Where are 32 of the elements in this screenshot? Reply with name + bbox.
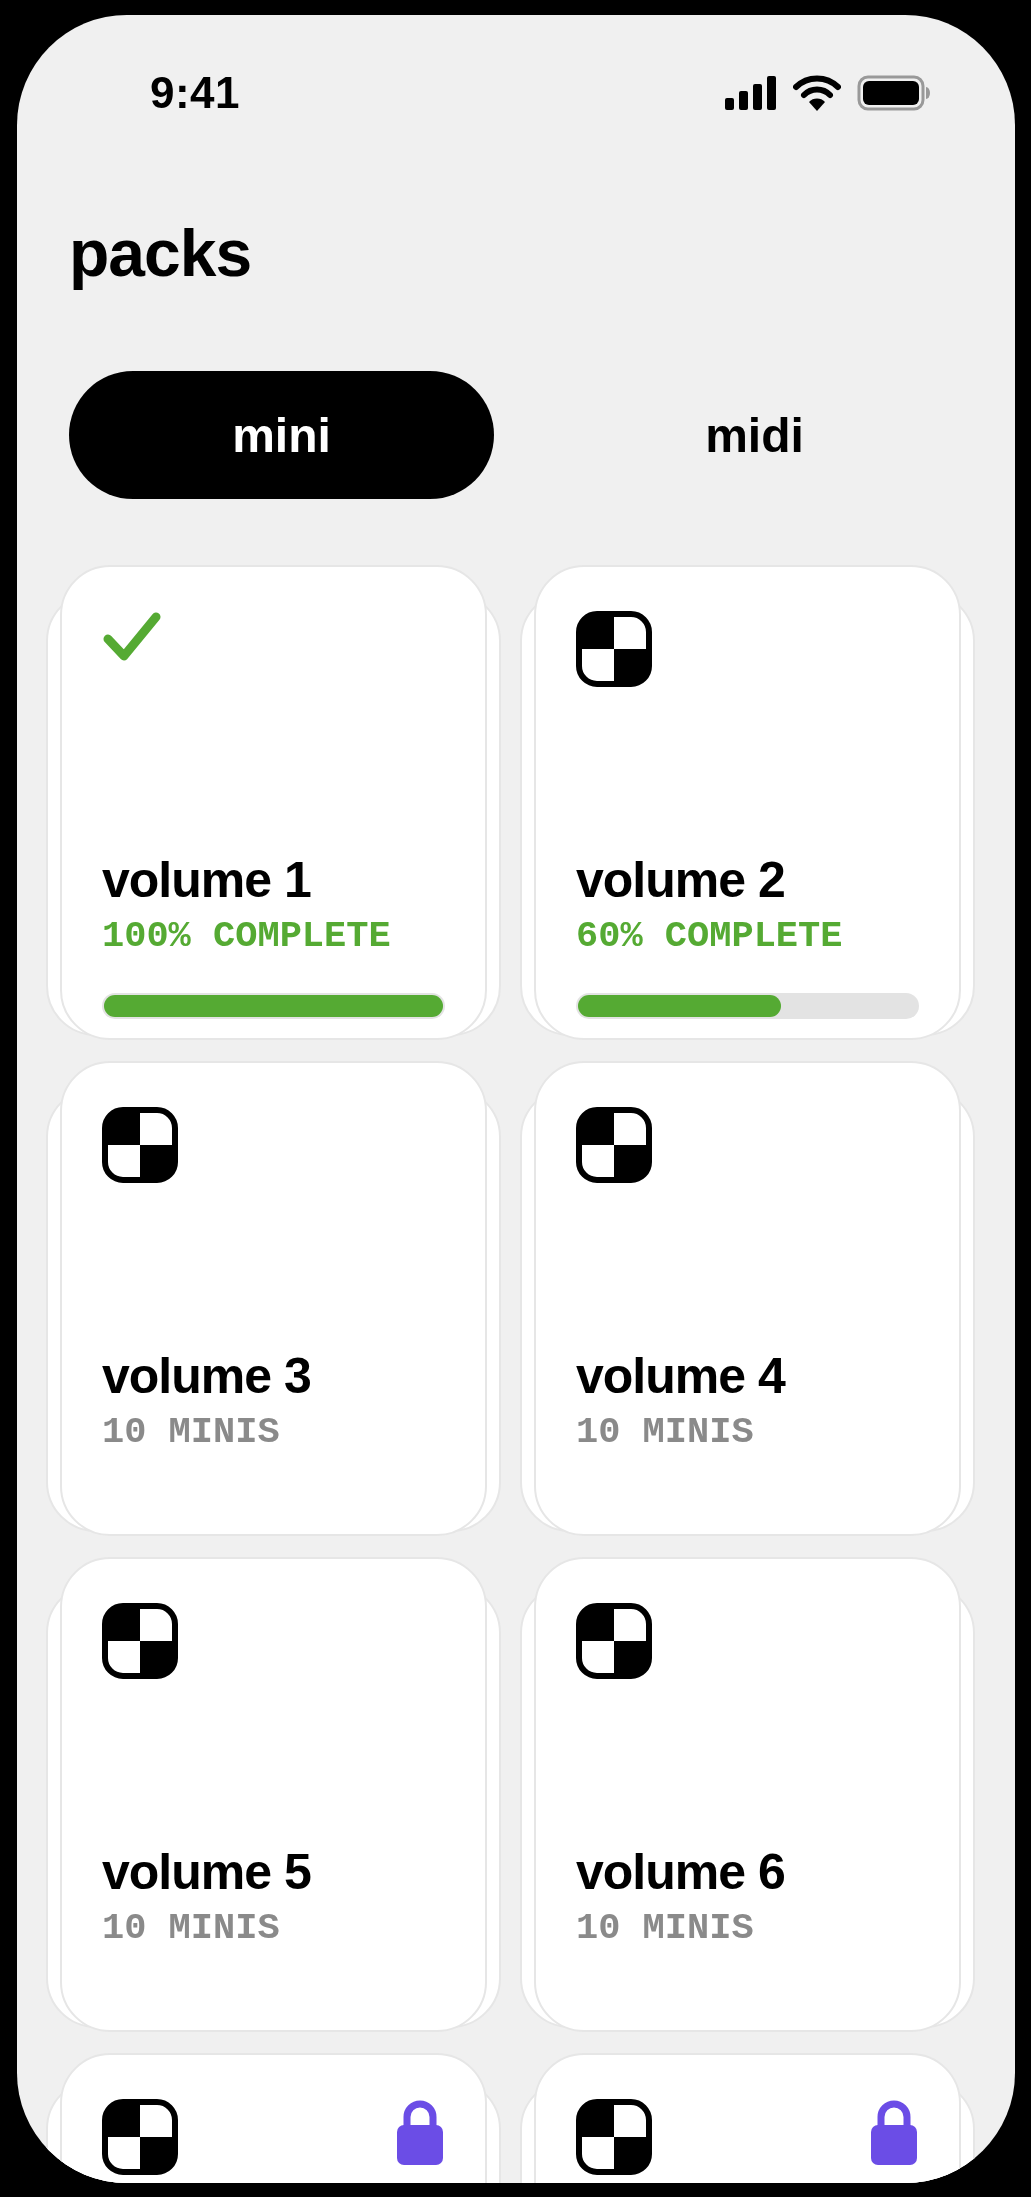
- card-title: volume 3: [102, 1347, 312, 1405]
- card-subtitle: 60% COMPLETE: [576, 915, 844, 957]
- pack-card[interactable]: volume 1 100% COMPLETE: [60, 565, 487, 1040]
- checkered-square-icon: [576, 1107, 652, 1183]
- card-subtitle: 10 MINIS: [576, 1907, 755, 1949]
- pack-card[interactable]: volume 4 10 MINIS: [534, 1061, 961, 1536]
- pack-card[interactable]: volume 6 10 MINIS: [534, 1557, 961, 2032]
- card-subtitle: 10 MINIS: [576, 1411, 755, 1453]
- card-title: volume 4: [576, 1347, 787, 1405]
- checkered-square-icon: [102, 1107, 178, 1183]
- pack-card[interactable]: volume 2 60% COMPLETE: [534, 565, 961, 1040]
- tab[interactable]: midi: [494, 371, 1015, 499]
- pack-card[interactable]: volume 3 10 MINIS: [60, 1061, 487, 1536]
- card-title: volume 5: [102, 1843, 312, 1901]
- checkered-square-icon: [576, 2099, 652, 2175]
- card-title: volume 1: [102, 851, 312, 909]
- card-subtitle: 10 MINIS: [102, 1411, 281, 1453]
- card-subtitle: 100% COMPLETE: [102, 915, 392, 957]
- checkered-square-icon: [102, 1603, 178, 1679]
- checkered-square-icon: [102, 2099, 178, 2175]
- card-title: volume 2: [576, 851, 786, 909]
- status-time: 9:41: [150, 68, 241, 118]
- card-title: volume 6: [576, 1843, 786, 1901]
- wifi-icon: [793, 75, 841, 111]
- battery-icon: [857, 75, 931, 111]
- card-subtitle: 10 MINIS: [102, 1907, 281, 1949]
- checkered-square-icon: [576, 611, 652, 687]
- tab[interactable]: mini: [69, 371, 494, 499]
- checkered-square-icon: [576, 1603, 652, 1679]
- page-title: packs: [69, 215, 253, 292]
- pack-card[interactable]: volume 5 10 MINIS: [60, 1557, 487, 2032]
- signal-icon: [725, 76, 777, 110]
